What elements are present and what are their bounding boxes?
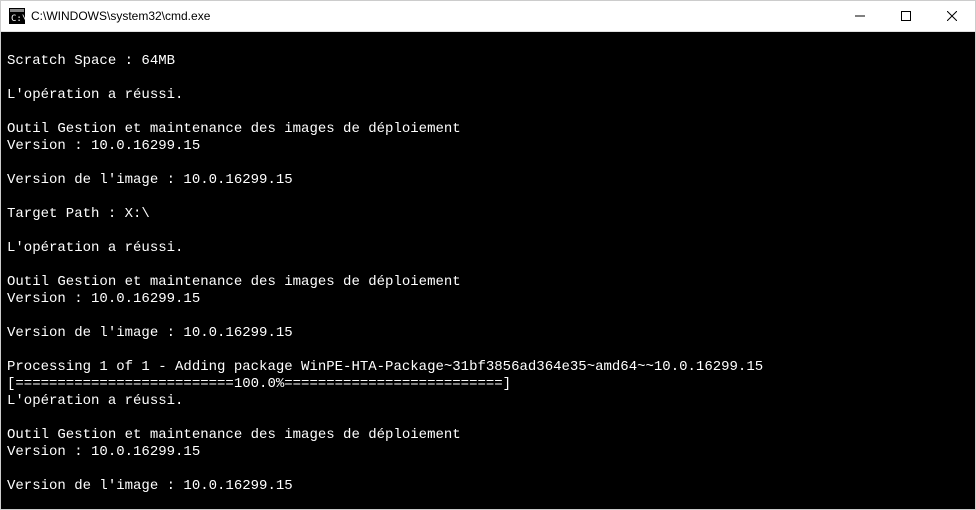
console-line — [7, 104, 969, 121]
console-line — [7, 189, 969, 206]
console-line — [7, 155, 969, 172]
console-output[interactable]: Scratch Space : 64MB L'opération a réuss… — [1, 32, 975, 509]
maximize-button[interactable] — [883, 1, 929, 31]
console-line — [7, 410, 969, 427]
console-line: Target Path : X:\ — [7, 206, 969, 223]
console-line — [7, 308, 969, 325]
console-line: Processing 1 of 1 - Adding package WinPE… — [7, 359, 969, 376]
close-button[interactable] — [929, 1, 975, 31]
svg-text:C:\: C:\ — [11, 14, 25, 24]
console-line: [==========================100.0%=======… — [7, 376, 969, 393]
console-line: Version : 10.0.16299.15 — [7, 444, 969, 461]
console-line — [7, 342, 969, 359]
window-title: C:\WINDOWS\system32\cmd.exe — [31, 9, 837, 23]
console-line: L'opération a réussi. — [7, 393, 969, 410]
console-line: L'opération a réussi. — [7, 87, 969, 104]
console-line: Outil Gestion et maintenance des images … — [7, 121, 969, 138]
console-line: Version : 10.0.16299.15 — [7, 138, 969, 155]
console-line: Outil Gestion et maintenance des images … — [7, 427, 969, 444]
console-line: Scratch Space : 64MB — [7, 53, 969, 70]
console-line: Version de l'image : 10.0.16299.15 — [7, 478, 969, 495]
console-line — [7, 461, 969, 478]
window-controls — [837, 1, 975, 31]
console-line: L'opération a réussi. — [7, 240, 969, 257]
console-line — [7, 257, 969, 274]
console-line: Version de l'image : 10.0.16299.15 — [7, 325, 969, 342]
cmd-icon: C:\ — [9, 8, 25, 24]
minimize-button[interactable] — [837, 1, 883, 31]
window-frame: C:\ C:\WINDOWS\system32\cmd.exe — [0, 0, 976, 510]
console-line: Version de l'image : 10.0.16299.15 — [7, 172, 969, 189]
console-line: Outil Gestion et maintenance des images … — [7, 274, 969, 291]
console-line: Version : 10.0.16299.15 — [7, 291, 969, 308]
console-line — [7, 223, 969, 240]
console-line — [7, 495, 969, 509]
titlebar[interactable]: C:\ C:\WINDOWS\system32\cmd.exe — [1, 1, 975, 32]
console-line — [7, 70, 969, 87]
console-line — [7, 36, 969, 53]
